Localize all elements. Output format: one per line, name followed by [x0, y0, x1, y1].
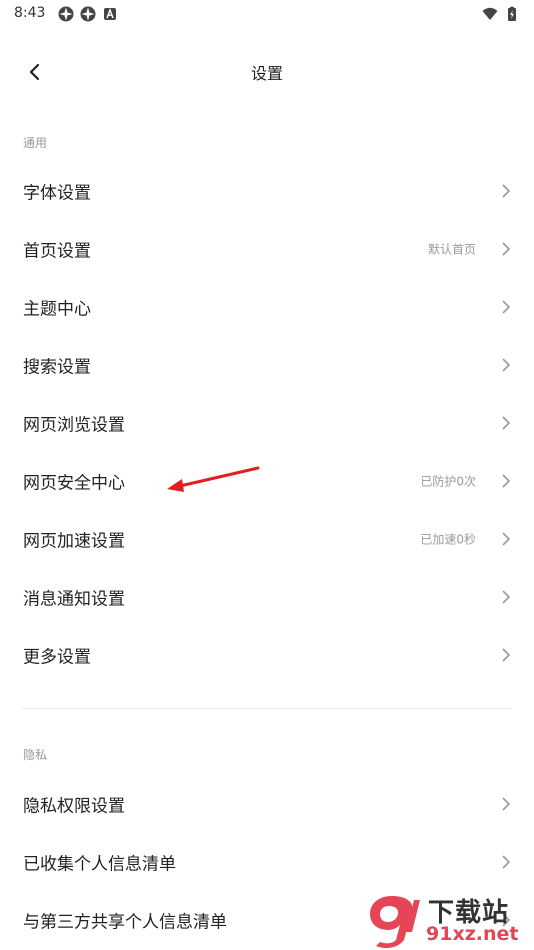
battery-charging-icon: [504, 6, 520, 22]
chevron-right-icon: [502, 590, 511, 604]
settings-item-label: 已收集个人信息清单: [23, 854, 176, 875]
chevron-right-icon: [502, 242, 511, 256]
section-divider: [22, 708, 512, 709]
watermark: 下载站 91xz.net: [356, 890, 532, 950]
settings-item-label: 网页浏览设置: [23, 415, 125, 436]
wifi-icon: [482, 6, 498, 22]
chevron-right-icon: [502, 797, 511, 811]
settings-item-notifications[interactable]: 消息通知设置: [0, 569, 534, 625]
settings-item-label: 主题中心: [23, 299, 91, 320]
settings-item-label: 首页设置: [23, 241, 91, 262]
settings-item-homepage[interactable]: 首页设置 默认首页: [0, 221, 534, 277]
chevron-right-icon: [502, 855, 511, 869]
settings-item-value: 已防护0次: [420, 474, 476, 489]
annotation-arrow-icon: [167, 466, 260, 492]
settings-item-more[interactable]: 更多设置: [0, 627, 534, 683]
settings-item-label: 更多设置: [23, 647, 91, 668]
settings-item-label: 隐私权限设置: [23, 796, 125, 817]
settings-item-label: 字体设置: [23, 183, 91, 204]
section-label-privacy: 隐私: [23, 748, 48, 762]
chevron-right-icon: [502, 648, 511, 662]
status-time: 8:43: [14, 5, 46, 21]
settings-item-theme[interactable]: 主题中心: [0, 279, 534, 335]
notification-a-icon: [102, 6, 118, 22]
settings-item-font[interactable]: 字体设置: [0, 163, 534, 219]
settings-item-search[interactable]: 搜索设置: [0, 337, 534, 393]
daisy-icon: [80, 6, 96, 22]
settings-item-value: 已加速0秒: [420, 532, 476, 547]
chevron-right-icon: [502, 184, 511, 198]
chevron-right-icon: [502, 358, 511, 372]
settings-item-value: 默认首页: [427, 242, 476, 257]
chevron-right-icon: [502, 300, 511, 314]
status-icons-left: [58, 6, 118, 22]
settings-item-label: 网页加速设置: [23, 531, 125, 552]
settings-item-acceleration[interactable]: 网页加速设置 已加速0秒: [0, 511, 534, 567]
settings-item-privacy-permissions[interactable]: 隐私权限设置: [0, 776, 534, 832]
settings-item-collected-info[interactable]: 已收集个人信息清单: [0, 834, 534, 890]
daisy-icon: [58, 6, 74, 22]
section-label-general: 通用: [23, 136, 48, 150]
settings-item-label: 与第三方共享个人信息清单: [23, 912, 227, 933]
settings-item-label: 消息通知设置: [23, 589, 125, 610]
page-title: 设置: [250, 64, 283, 83]
settings-item-browsing[interactable]: 网页浏览设置: [0, 395, 534, 451]
status-icons-right: [482, 6, 520, 22]
status-bar: 8:43: [0, 0, 534, 28]
settings-item-label: 搜索设置: [23, 357, 91, 378]
watermark-logo-icon: [370, 896, 420, 948]
chevron-right-icon: [502, 416, 511, 430]
chevron-right-icon: [502, 532, 511, 546]
watermark-url: 91xz.net: [426, 923, 519, 945]
app-header: 设置: [0, 44, 534, 100]
chevron-right-icon: [502, 474, 511, 488]
settings-item-label: 网页安全中心: [23, 473, 125, 494]
